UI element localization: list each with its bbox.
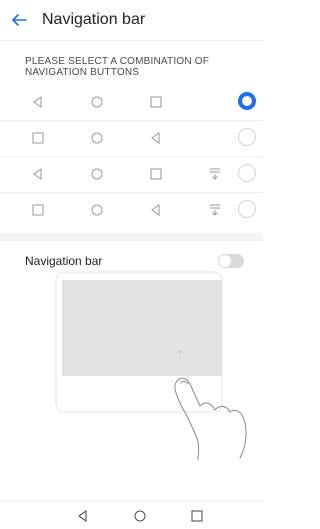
radio-button[interactable] xyxy=(238,164,256,182)
recents-square-icon xyxy=(150,168,162,180)
home-circle-icon xyxy=(91,96,103,108)
back-triangle-icon[interactable] xyxy=(74,507,92,525)
combination-row-3[interactable] xyxy=(0,156,263,192)
radio-button[interactable] xyxy=(238,200,256,218)
back-arrow-icon[interactable] xyxy=(10,11,28,29)
switch-knob xyxy=(219,255,231,267)
combination-row-2[interactable] xyxy=(0,120,263,156)
combination-row-4[interactable] xyxy=(0,192,263,228)
combination-row-1[interactable] xyxy=(0,84,263,120)
home-circle-icon[interactable] xyxy=(131,507,149,525)
title-bar: Navigation bar xyxy=(0,0,263,41)
home-circle-icon xyxy=(91,204,103,216)
recents-square-icon xyxy=(150,96,162,108)
back-triangle-icon xyxy=(151,204,160,216)
section-divider xyxy=(0,233,263,241)
page-title: Navigation bar xyxy=(42,11,146,28)
recents-square-icon xyxy=(32,204,44,216)
phone-screen xyxy=(62,280,222,376)
system-navigation-bar xyxy=(0,500,263,529)
radio-button-selected[interactable] xyxy=(238,92,256,110)
gesture-illustration xyxy=(55,271,247,461)
section-label: PLEASE SELECT A COMBINATION OF NAVIGATIO… xyxy=(25,56,210,78)
toggle-label: Navigation bar xyxy=(25,254,103,268)
notification-pulldown-icon xyxy=(210,168,220,180)
navigation-bar-switch[interactable] xyxy=(218,254,244,268)
recents-square-icon xyxy=(32,132,44,144)
notification-pulldown-icon xyxy=(210,204,220,216)
home-circle-icon xyxy=(91,168,103,180)
home-circle-icon xyxy=(91,132,103,144)
recents-square-icon[interactable] xyxy=(188,507,206,525)
radio-button[interactable] xyxy=(238,128,256,146)
back-triangle-icon xyxy=(151,132,160,144)
back-triangle-icon xyxy=(33,168,42,180)
back-triangle-icon xyxy=(33,96,42,108)
